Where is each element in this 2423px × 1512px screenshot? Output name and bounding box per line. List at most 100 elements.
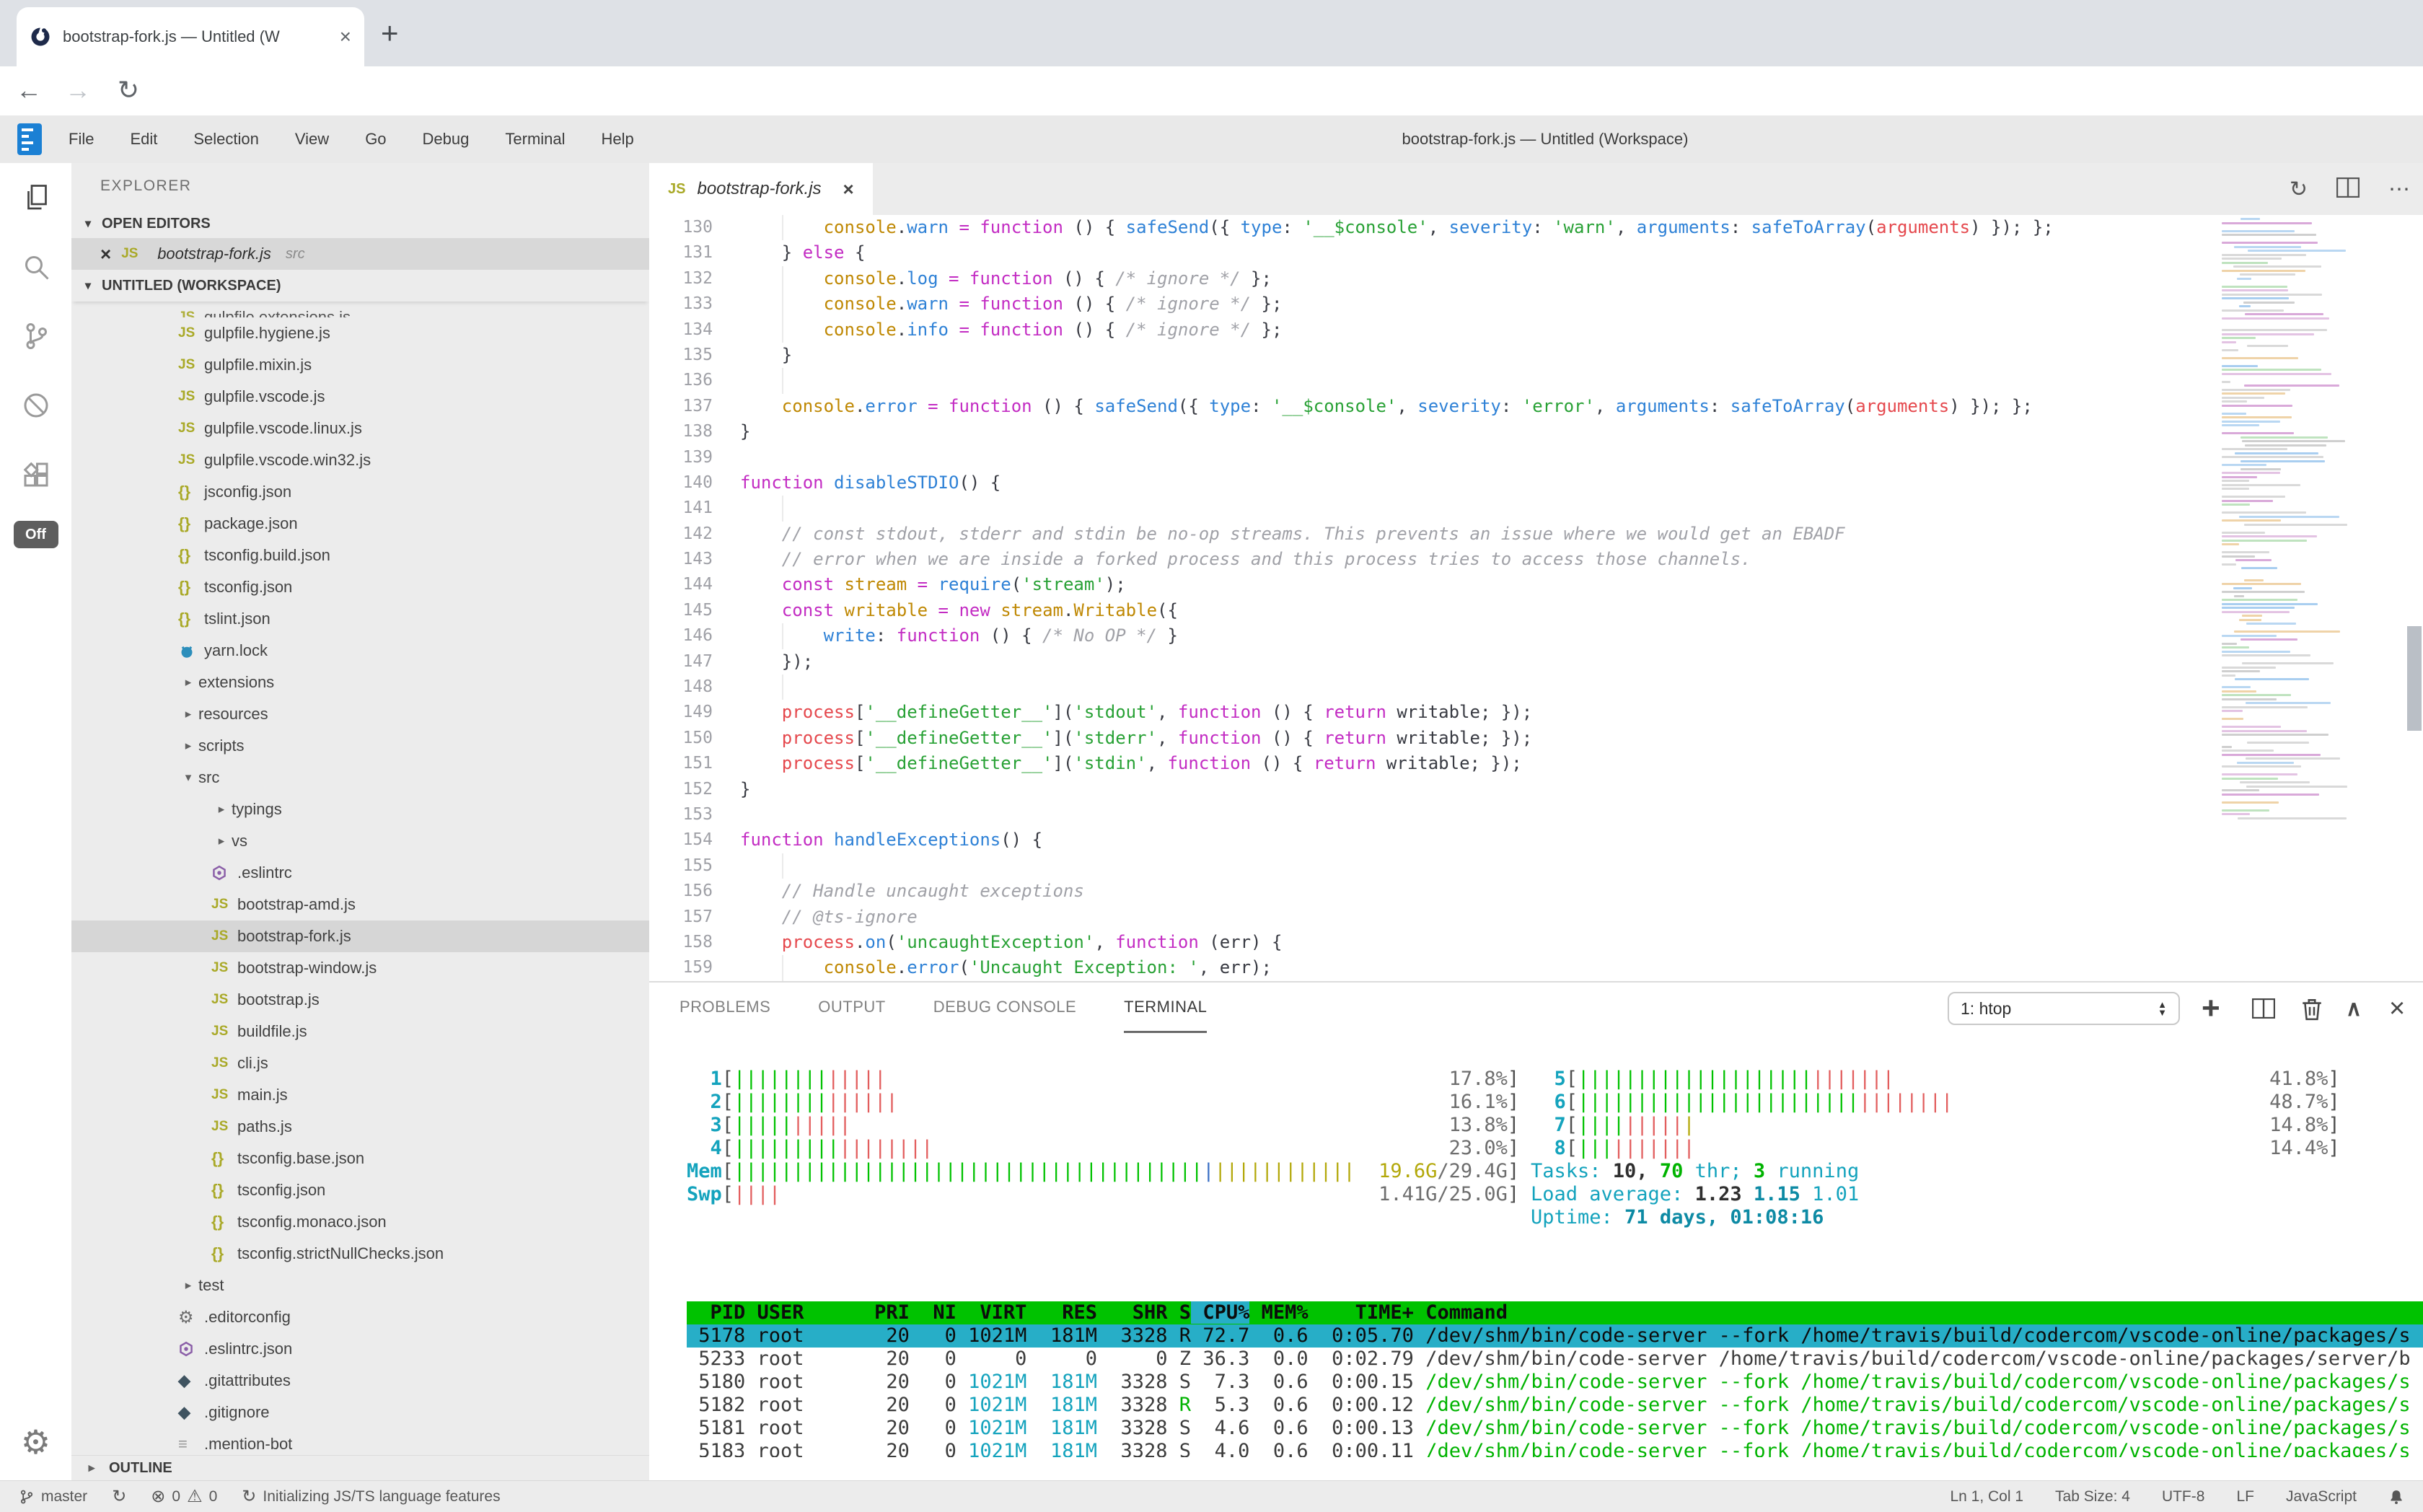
status-tab-size-4[interactable]: Tab Size: 4	[2055, 1488, 2130, 1506]
tree-item-tslint.json[interactable]: {}tslint.json	[71, 603, 649, 635]
split-terminal-icon[interactable]	[2252, 983, 2275, 1034]
process-row-5233[interactable]: 5233 root 20 0 0 0 0 Z 36.3 0.0 0:02.79 …	[687, 1348, 2423, 1371]
htop-col-pri[interactable]: PRI	[863, 1301, 910, 1324]
tree-item-src[interactable]: ▾src	[71, 762, 649, 794]
htop-col-shr[interactable]: SHR	[1097, 1301, 1168, 1324]
htop-col-virt[interactable]: VIRT	[957, 1301, 1027, 1324]
tree-item-paths.js[interactable]: JSpaths.js	[71, 1111, 649, 1143]
language-status[interactable]: ↻ Initializing JS/TS language features	[242, 1486, 500, 1507]
tree-item-.mention-bot[interactable]: ≡.mention-bot	[71, 1428, 649, 1455]
terminal[interactable]: 1[||||||||||||| 17.8%] 2[|||||||||||||| …	[649, 1034, 2423, 1457]
terminal-select[interactable]: 1: htop ▲▼	[1948, 992, 2180, 1025]
branch-indicator[interactable]: master	[19, 1488, 87, 1506]
back-icon[interactable]: ←	[13, 75, 45, 105]
process-row-5181[interactable]: 5181 root 20 0 1021M 181M 3328 S 4.6 0.6…	[687, 1417, 2423, 1440]
scrollbar-thumb[interactable]	[2407, 626, 2422, 731]
split-editor-icon[interactable]	[2336, 177, 2360, 201]
editor-tab[interactable]: JS bootstrap-fork.js ×	[649, 163, 873, 215]
maximize-panel-icon[interactable]: ∧	[2346, 983, 2362, 1034]
status-javascript[interactable]: JavaScript	[2286, 1488, 2357, 1506]
panel-tab-debug-console[interactable]: DEBUG CONSOLE	[933, 983, 1076, 1033]
tree-item-vs[interactable]: ▸vs	[71, 825, 649, 857]
process-row-5178[interactable]: 5178 root 20 0 1021M 181M 3328 R 72.7 0.…	[687, 1324, 2423, 1348]
htop-col-command[interactable]: Command	[1414, 1301, 1508, 1324]
tree-item-.gitignore[interactable]: ◆.gitignore	[71, 1397, 649, 1428]
panel-tab-problems[interactable]: PROBLEMS	[680, 983, 770, 1033]
explorer-icon[interactable]	[0, 163, 71, 232]
tree-item-gulpfile.vscode.js[interactable]: JSgulpfile.vscode.js	[71, 381, 649, 413]
htop-col-user[interactable]: USER	[745, 1301, 863, 1324]
tree-item-gulpfile.hygiene.js[interactable]: JSgulpfile.hygiene.js	[71, 317, 649, 349]
menu-terminal[interactable]: Terminal	[487, 130, 583, 149]
tree-item-tsconfig.strictNullChecks.json[interactable]: {}tsconfig.strictNullChecks.json	[71, 1238, 649, 1270]
minimap[interactable]	[2220, 218, 2344, 939]
tree-item-typings[interactable]: ▸typings	[71, 794, 649, 825]
more-actions-icon[interactable]: ⋯	[2388, 177, 2410, 202]
menu-edit[interactable]: Edit	[112, 130, 175, 149]
tree-item-cli.js[interactable]: JScli.js	[71, 1047, 649, 1079]
tree-item-.gitattributes[interactable]: ◆.gitattributes	[71, 1365, 649, 1397]
panel-tab-terminal[interactable]: TERMINAL	[1124, 983, 1207, 1033]
htop-col-mem%[interactable]: MEM%	[1249, 1301, 1308, 1324]
status-ln-1-col-1[interactable]: Ln 1, Col 1	[1950, 1488, 2023, 1506]
htop-col-cpu%[interactable]: CPU%	[1191, 1301, 1249, 1324]
sync-icon[interactable]: ↻	[2290, 177, 2308, 202]
tree-item-bootstrap-window.js[interactable]: JSbootstrap-window.js	[71, 952, 649, 984]
tree-item-.editorconfig[interactable]: ⚙.editorconfig	[71, 1301, 649, 1333]
tree-item-extensions[interactable]: ▸extensions	[71, 667, 649, 698]
menu-selection[interactable]: Selection	[175, 130, 277, 149]
tree-item-tsconfig.monaco.json[interactable]: {}tsconfig.monaco.json	[71, 1206, 649, 1238]
source-control-icon[interactable]	[0, 302, 71, 371]
open-editor-item[interactable]: × JS bootstrap-fork.js src	[71, 238, 649, 270]
tree-item-scripts[interactable]: ▸scripts	[71, 730, 649, 762]
htop-col-s[interactable]: S	[1168, 1301, 1192, 1324]
tree-item-bootstrap.js[interactable]: JSbootstrap.js	[71, 984, 649, 1016]
tree-item-gulpfile.vscode.linux.js[interactable]: JSgulpfile.vscode.linux.js	[71, 413, 649, 444]
close-icon[interactable]: ×	[100, 243, 111, 265]
menu-file[interactable]: File	[50, 130, 112, 149]
sync-status[interactable]: ↻	[112, 1486, 126, 1507]
workspace-header[interactable]: ▾ UNTITLED (WORKSPACE)	[71, 270, 649, 302]
htop-col-pid[interactable]: PID	[687, 1301, 745, 1324]
tree-item-gulpfile.vscode.win32.js[interactable]: JSgulpfile.vscode.win32.js	[71, 444, 649, 476]
panel-tab-output[interactable]: OUTPUT	[818, 983, 885, 1033]
htop-col-time+[interactable]: TIME+	[1309, 1301, 1414, 1324]
off-badge[interactable]: Off	[14, 521, 58, 548]
notifications-bell[interactable]	[2388, 1488, 2404, 1506]
tree-item-resources[interactable]: ▸resources	[71, 698, 649, 730]
problems-indicator[interactable]: ⊗ 0 ⚠ 0	[151, 1486, 217, 1507]
menu-help[interactable]: Help	[584, 130, 652, 149]
tree-item-tsconfig.json[interactable]: {}tsconfig.json	[71, 1174, 649, 1206]
code-editor[interactable]: 130console.warn = function () { safeSend…	[649, 215, 2423, 981]
process-row-5182[interactable]: 5182 root 20 0 1021M 181M 3328 R 5.3 0.6…	[687, 1394, 2423, 1417]
tree-item-tsconfig.json[interactable]: {}tsconfig.json	[71, 571, 649, 603]
forward-icon[interactable]: →	[62, 75, 94, 105]
tree-item-.eslintrc.json[interactable]: .eslintrc.json	[71, 1333, 649, 1365]
browser-tab[interactable]: bootstrap-fork.js — Untitled (W ×	[17, 7, 364, 66]
tree-item-bootstrap-amd.js[interactable]: JSbootstrap-amd.js	[71, 889, 649, 920]
close-panel-icon[interactable]: ×	[2389, 983, 2405, 1034]
tree-item-tsconfig.base.json[interactable]: {}tsconfig.base.json	[71, 1143, 649, 1174]
status-lf[interactable]: LF	[2236, 1488, 2254, 1506]
reload-icon[interactable]: ↻	[113, 75, 144, 105]
tree-item-tsconfig.build.json[interactable]: {}tsconfig.build.json	[71, 540, 649, 571]
htop-col-res[interactable]: RES	[1026, 1301, 1097, 1324]
tree-item-gulpfile.mixin.js[interactable]: JSgulpfile.mixin.js	[71, 349, 649, 381]
tab-close-icon[interactable]: ×	[843, 178, 854, 201]
tree-item-.eslintrc[interactable]: .eslintrc	[71, 857, 649, 889]
status-utf-8[interactable]: UTF-8	[2162, 1488, 2205, 1506]
tree-item-test[interactable]: ▸test	[71, 1270, 649, 1301]
outline-header[interactable]: ▸ OUTLINE	[71, 1455, 649, 1480]
tree-item-main.js[interactable]: JSmain.js	[71, 1079, 649, 1111]
debug-disabled-icon[interactable]	[0, 371, 71, 440]
htop-col-ni[interactable]: NI	[910, 1301, 957, 1324]
open-editors-header[interactable]: ▾ OPEN EDITORS	[71, 209, 649, 238]
tree-item-jsconfig.json[interactable]: {}jsconfig.json	[71, 476, 649, 508]
tab-close-icon[interactable]: ×	[340, 25, 351, 48]
process-row-5180[interactable]: 5180 root 20 0 1021M 181M 3328 S 7.3 0.6…	[687, 1371, 2423, 1394]
extensions-icon[interactable]	[0, 440, 71, 509]
tree-item-gulpfile.extensions.js[interactable]: JSgulpfile.extensions.js	[71, 302, 649, 317]
tree-item-yarn.lock[interactable]: yarn.lock	[71, 635, 649, 667]
settings-gear-icon[interactable]: ⚙	[21, 1423, 50, 1462]
tree-item-package.json[interactable]: {}package.json	[71, 508, 649, 540]
